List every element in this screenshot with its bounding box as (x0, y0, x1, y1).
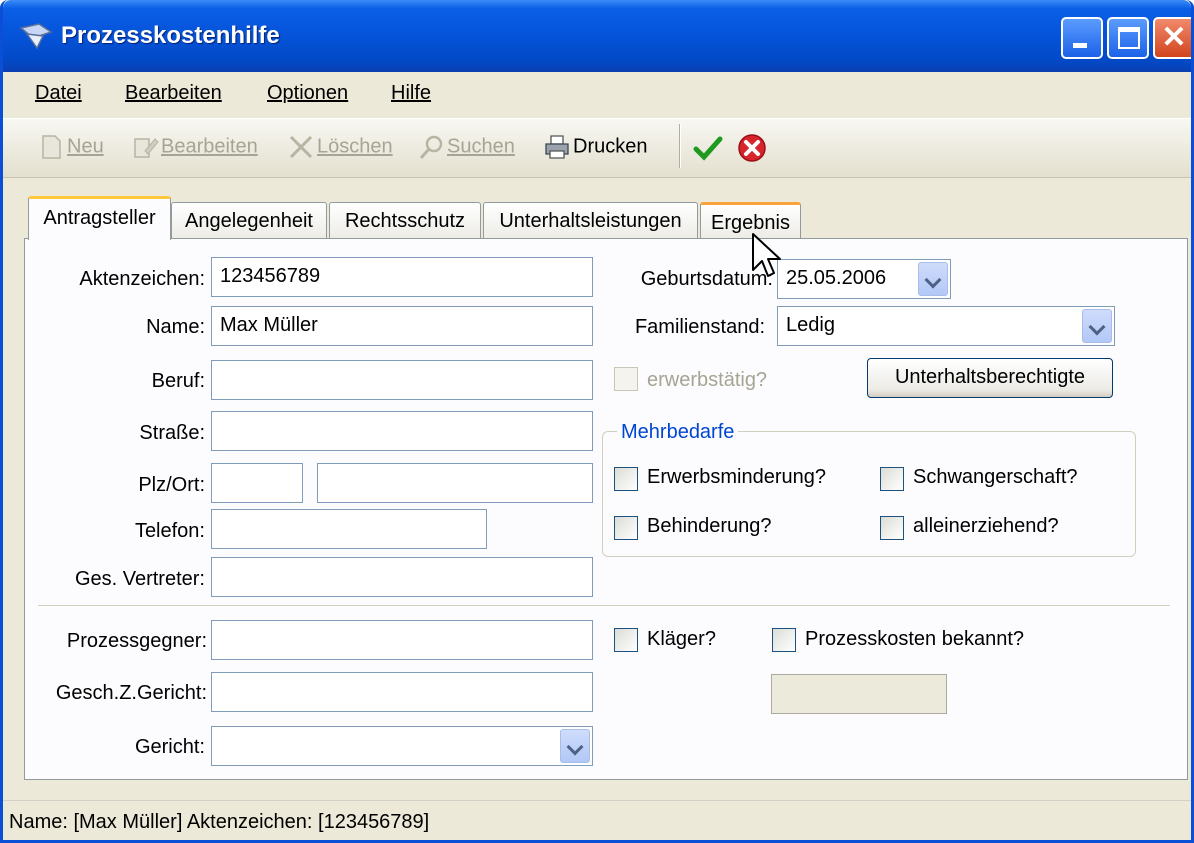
title-bar[interactable]: Prozesskostenhilfe ✕ (3, 0, 1191, 72)
app-icon (19, 23, 53, 50)
alleinerziehend-checkbox[interactable] (880, 516, 904, 540)
tab-antragsteller[interactable]: Antragsteller (28, 196, 171, 240)
new-document-icon (42, 135, 61, 159)
erwerbsminderung-label: Erwerbsminderung? (647, 466, 826, 488)
familienstand-dropdown-button[interactable] (1082, 309, 1112, 343)
mehrbedarfe-group (602, 431, 1136, 557)
klaeger-label: Kläger? (647, 628, 716, 650)
geschz-label: Gesch.Z.Gericht: (55, 682, 207, 704)
minimize-button[interactable] (1061, 17, 1103, 59)
ort-field[interactable] (317, 463, 593, 503)
geburtsdatum-label: Geburtsdatum: (640, 268, 773, 290)
erwerbstaetig-checkbox[interactable] (614, 367, 638, 391)
gericht-dropdown-button[interactable] (560, 729, 590, 763)
menu-bearbeiten[interactable]: Bearbeiten (125, 82, 222, 105)
aktenzeichen-label: Aktenzeichen: (79, 268, 205, 290)
date-dropdown-button[interactable] (918, 262, 948, 296)
mehrbedarfe-legend: Mehrbedarfe (617, 421, 739, 444)
tab-angelegenheit[interactable]: Angelegenheit (171, 202, 327, 240)
window-title: Prozesskostenhilfe (61, 22, 280, 49)
menu-hilfe[interactable]: Hilfe (391, 82, 431, 105)
search-icon (419, 135, 443, 159)
app-window: Prozesskostenhilfe ✕ Datei Bearbeiten Op… (0, 0, 1194, 843)
prozessgegner-field[interactable] (211, 620, 593, 660)
prozesskosten-checkbox[interactable] (772, 628, 796, 652)
tab-rechtsschutz[interactable]: Rechtsschutz (329, 202, 481, 240)
behinderung-label: Behinderung? (647, 515, 772, 537)
erwerbstaetig-label: erwerbstätig? (647, 369, 768, 391)
plz-field[interactable] (211, 463, 303, 503)
name-field[interactable]: Max Müller (211, 306, 593, 346)
unterhaltsberechtigte-button[interactable]: Unterhaltsberechtigte (867, 358, 1113, 398)
geschz-field[interactable] (211, 672, 593, 712)
familienstand-value: Ledig (786, 314, 835, 336)
schwangerschaft-label: Schwangerschaft? (913, 466, 1078, 488)
edit-icon (134, 138, 159, 158)
maximize-button[interactable] (1107, 17, 1149, 59)
delete-x-icon (289, 135, 313, 159)
printer-icon (545, 135, 569, 159)
geburtsdatum-value: 25.05.2006 (786, 267, 887, 289)
beruf-label: Beruf: (151, 370, 205, 392)
vertreter-field[interactable] (211, 557, 593, 597)
beruf-field[interactable] (211, 360, 593, 400)
vertreter-label: Ges. Vertreter: (74, 568, 205, 590)
status-bar: Name: [Max Müller] Aktenzeichen: [123456… (3, 800, 1191, 840)
status-text: Name: [Max Müller] Aktenzeichen: [123456… (9, 811, 430, 833)
cancel-x-icon[interactable] (737, 133, 767, 163)
klaeger-checkbox[interactable] (614, 628, 638, 652)
confirm-check-icon[interactable] (693, 135, 723, 163)
prozesskosten-field (771, 674, 947, 714)
aktenzeichen-field[interactable]: 123456789 (211, 257, 593, 297)
prozessgegner-label: Prozessgegner: (66, 630, 207, 652)
search-button[interactable]: Suchen (417, 133, 515, 165)
maximize-icon (1118, 27, 1140, 49)
mouse-cursor-icon (752, 233, 781, 277)
telefon-field[interactable] (211, 509, 487, 549)
new-button[interactable]: Neu (37, 133, 104, 165)
edit-button[interactable]: Bearbeiten (131, 133, 258, 165)
menu-optionen[interactable]: Optionen (267, 82, 348, 105)
behinderung-checkbox[interactable] (614, 516, 638, 540)
familienstand-label: Familienstand: (634, 316, 765, 338)
toolbar: Neu Bearbeiten Löschen Suchen Drucken (3, 118, 1191, 178)
section-divider (38, 605, 1170, 607)
telefon-label: Telefon: (134, 520, 205, 542)
delete-button[interactable]: Löschen (287, 133, 393, 165)
menu-bar: Datei Bearbeiten Optionen Hilfe (3, 72, 1191, 118)
print-button[interactable]: Drucken (543, 133, 647, 165)
erwerbsminderung-checkbox[interactable] (614, 467, 638, 491)
geburtsdatum-picker[interactable]: 25.05.2006 (777, 259, 951, 299)
gericht-select[interactable] (211, 726, 593, 766)
close-icon: ✕ (1161, 21, 1187, 54)
menu-datei[interactable]: Datei (35, 82, 82, 105)
prozesskosten-label: Prozesskosten bekannt? (805, 628, 1025, 650)
name-label: Name: (146, 316, 205, 338)
alleinerziehend-label: alleinerziehend? (913, 515, 1059, 537)
close-button[interactable]: ✕ (1153, 17, 1191, 59)
schwangerschaft-checkbox[interactable] (880, 467, 904, 491)
tab-unterhaltsleistungen[interactable]: Unterhaltsleistungen (483, 202, 698, 240)
plz-ort-label: Plz/Ort: (138, 474, 205, 496)
minimize-icon (1073, 43, 1087, 48)
strasse-field[interactable] (211, 411, 593, 451)
strasse-label: Straße: (139, 422, 205, 444)
toolbar-separator (679, 124, 681, 168)
gericht-label: Gericht: (134, 736, 205, 758)
familienstand-select[interactable]: Ledig (777, 306, 1115, 346)
